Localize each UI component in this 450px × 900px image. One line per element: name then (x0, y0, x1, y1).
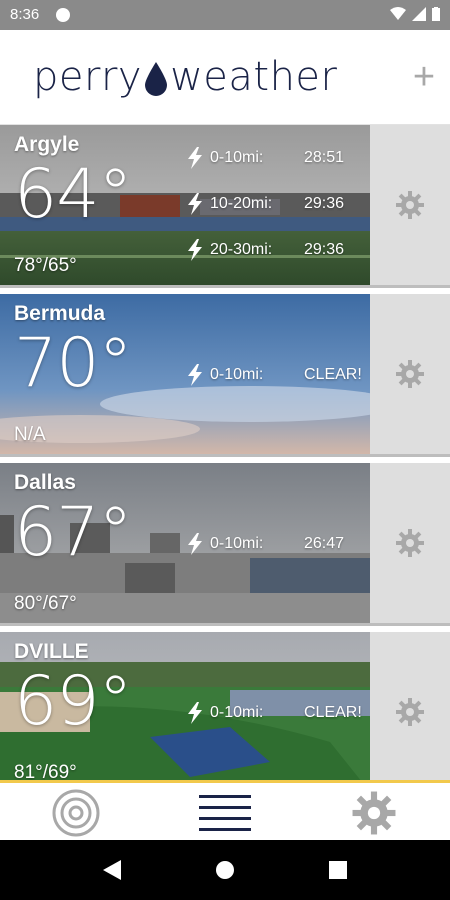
bottom-navigation (0, 780, 450, 840)
strike-range: 0-10mi: (210, 535, 264, 552)
add-location-button[interactable]: + (408, 58, 440, 96)
high-low-temperature: 78°/65° (14, 255, 77, 276)
location-card[interactable]: Dallas 67° 80°/67° 0-10mi: 26:47 (0, 463, 450, 632)
radar-tab[interactable] (46, 789, 106, 837)
location-name: Bermuda (14, 302, 106, 325)
lightning-strikes: 0-10mi: 26:47 (186, 533, 370, 579)
wifi-icon (390, 7, 406, 20)
strike-time: 29:36 (304, 195, 345, 212)
list-tab[interactable] (195, 789, 255, 837)
current-temperature: 67° (14, 493, 133, 572)
system-navigation-bar (0, 840, 450, 900)
current-temperature: 70° (14, 324, 133, 403)
gear-icon (396, 529, 424, 557)
strike-row: 0-10mi: CLEAR! (186, 364, 370, 410)
card-divider (0, 454, 450, 463)
lightning-strikes: 0-10mi: CLEAR! (186, 702, 370, 748)
lightning-strikes: 0-10mi: CLEAR! (186, 364, 370, 410)
lightning-bolt-icon (188, 193, 202, 215)
lightning-bolt-icon (188, 533, 202, 555)
strike-range: 0-10mi: (210, 366, 264, 383)
brand-logo: perry weather (33, 54, 338, 100)
location-settings-button[interactable] (370, 294, 450, 454)
strike-row: 10-20mi: 29:36 (186, 193, 370, 239)
location-name: Dallas (14, 471, 76, 494)
location-name: Argyle (14, 133, 80, 156)
location-card[interactable]: Bermuda 70° N/A 0-10mi: CLEAR! (0, 294, 450, 463)
recents-icon[interactable] (329, 860, 347, 880)
location-card[interactable]: Argyle 64° 78°/65° 0-10mi: 28:51 10-20mi… (0, 125, 450, 294)
lightning-bolt-icon (188, 239, 202, 261)
battery-icon (432, 7, 440, 21)
high-low-temperature: 80°/67° (14, 593, 77, 614)
strike-range: 20-30mi: (210, 241, 273, 258)
gear-icon (396, 191, 424, 219)
location-settings-button[interactable] (370, 632, 450, 780)
strike-row: 20-30mi: 29:36 (186, 239, 370, 285)
strike-range: 0-10mi: (210, 149, 264, 166)
gear-icon (396, 698, 424, 726)
lightning-strikes: 0-10mi: 28:51 10-20mi: 29:36 20-30mi: 29… (186, 147, 370, 285)
menu-icon (199, 795, 251, 831)
radar-icon (52, 789, 100, 837)
strike-range: 0-10mi: (210, 704, 264, 721)
lightning-bolt-icon (188, 364, 202, 386)
home-icon[interactable] (216, 860, 234, 880)
strike-time: CLEAR! (304, 704, 362, 721)
strike-range: 10-20mi: (210, 195, 273, 212)
system-icons (390, 7, 440, 21)
status-bar: 8:36 (0, 0, 450, 30)
location-card[interactable]: DVILLE 69° 81°/69° 0-10mi: CLEAR! (0, 632, 450, 780)
signal-icon (412, 7, 426, 21)
gear-icon (396, 360, 424, 388)
location-list[interactable]: Argyle 64° 78°/65° 0-10mi: 28:51 10-20mi… (0, 125, 450, 780)
settings-tab[interactable] (344, 789, 404, 837)
location-name: DVILLE (14, 640, 89, 663)
strike-row: 0-10mi: 28:51 (186, 147, 370, 193)
strike-row: 0-10mi: CLEAR! (186, 702, 370, 748)
lightning-bolt-icon (188, 147, 202, 169)
strike-time: 29:36 (304, 241, 345, 258)
card-divider (0, 285, 450, 294)
card-divider (0, 623, 450, 632)
strike-time: 28:51 (304, 149, 345, 166)
high-low-temperature: N/A (14, 424, 46, 445)
brand-text-left: perry (33, 54, 143, 100)
back-icon[interactable] (103, 860, 121, 880)
location-settings-button[interactable] (370, 463, 450, 623)
lightning-bolt-icon (188, 702, 202, 724)
strike-time: CLEAR! (304, 366, 362, 383)
location-settings-button[interactable] (370, 125, 450, 285)
water-drop-icon (145, 62, 168, 96)
brand-text-right: weather (170, 54, 338, 100)
app-header: perry weather + (0, 30, 450, 125)
current-temperature: 64° (14, 155, 133, 234)
settings-icon (352, 791, 396, 835)
strike-row: 0-10mi: 26:47 (186, 533, 370, 579)
high-low-temperature: 81°/69° (14, 762, 77, 780)
app-notification-icon (56, 8, 70, 22)
status-time: 8:36 (10, 6, 40, 23)
strike-time: 26:47 (304, 535, 345, 552)
current-temperature: 69° (14, 662, 133, 741)
